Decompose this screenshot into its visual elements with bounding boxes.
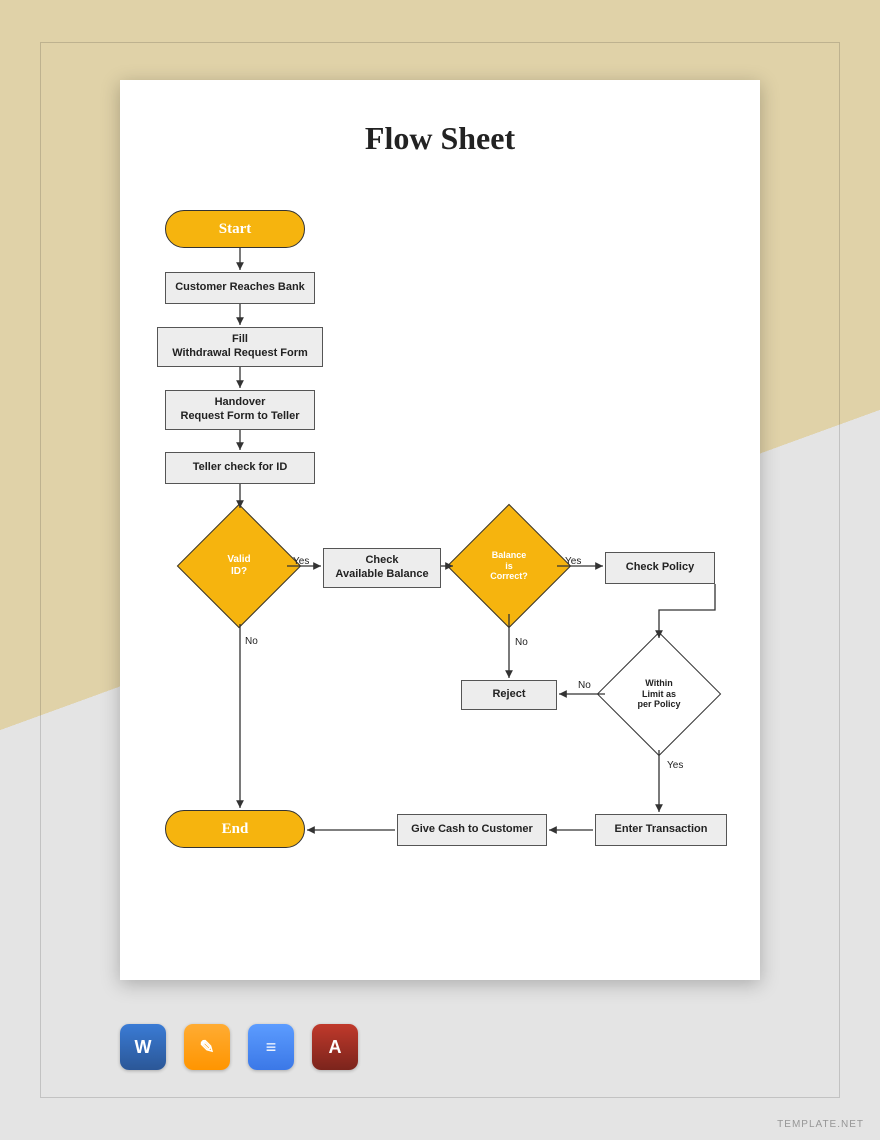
- icon-label: W: [135, 1037, 152, 1058]
- node-label: Fill Withdrawal Request Form: [172, 333, 308, 361]
- node-reject: Reject: [461, 680, 557, 710]
- decision-within-limit: Within Limit as per Policy: [615, 650, 703, 738]
- node-fill-withdrawal: Fill Withdrawal Request Form: [157, 327, 323, 367]
- icon-label: ≡: [266, 1037, 277, 1058]
- node-label: Give Cash to Customer: [411, 823, 533, 837]
- node-customer-reaches-bank: Customer Reaches Bank: [165, 272, 315, 304]
- decision-valid-id: Valid ID?: [195, 522, 283, 610]
- document-page: Flow Sheet Start Customer Reaches Bank F…: [120, 80, 760, 980]
- pdf-icon[interactable]: A: [312, 1024, 358, 1070]
- decision-label: Balance is Correct?: [465, 550, 553, 582]
- pages-icon[interactable]: ✎: [184, 1024, 230, 1070]
- node-give-cash: Give Cash to Customer: [397, 814, 547, 846]
- node-start: Start: [165, 210, 305, 248]
- node-handover: Handover Request Form to Teller: [165, 390, 315, 430]
- node-end-label: End: [222, 820, 249, 839]
- node-start-label: Start: [219, 220, 252, 239]
- page-title: Flow Sheet: [120, 80, 760, 157]
- label-no: No: [578, 680, 591, 691]
- word-icon[interactable]: W: [120, 1024, 166, 1070]
- format-icons-row: W ✎ ≡ A: [120, 1024, 358, 1070]
- node-label: Customer Reaches Bank: [175, 281, 305, 295]
- node-teller-check-id: Teller check for ID: [165, 452, 315, 484]
- label-yes: Yes: [667, 760, 683, 771]
- label-yes: Yes: [293, 556, 309, 567]
- decision-balance-correct: Balance is Correct?: [465, 522, 553, 610]
- node-check-policy: Check Policy: [605, 552, 715, 584]
- icon-label: A: [329, 1037, 342, 1058]
- node-label: Teller check for ID: [193, 461, 288, 475]
- label-yes: Yes: [565, 556, 581, 567]
- flowchart: Start Customer Reaches Bank Fill Withdra…: [145, 210, 745, 960]
- node-label: Handover Request Form to Teller: [181, 396, 300, 424]
- node-end: End: [165, 810, 305, 848]
- label-no: No: [245, 636, 258, 647]
- watermark: TEMPLATE.NET: [777, 1119, 864, 1130]
- node-enter-transaction: Enter Transaction: [595, 814, 727, 846]
- label-no: No: [515, 637, 528, 648]
- node-label: Enter Transaction: [615, 823, 708, 837]
- decision-label: Valid ID?: [195, 554, 283, 578]
- node-check-balance: Check Available Balance: [323, 548, 441, 588]
- gdoc-icon[interactable]: ≡: [248, 1024, 294, 1070]
- node-label: Check Policy: [626, 561, 694, 575]
- node-label: Check Available Balance: [335, 554, 428, 582]
- decision-label: Within Limit as per Policy: [615, 678, 703, 710]
- node-label: Reject: [492, 688, 525, 702]
- icon-label: ✎: [199, 1037, 214, 1058]
